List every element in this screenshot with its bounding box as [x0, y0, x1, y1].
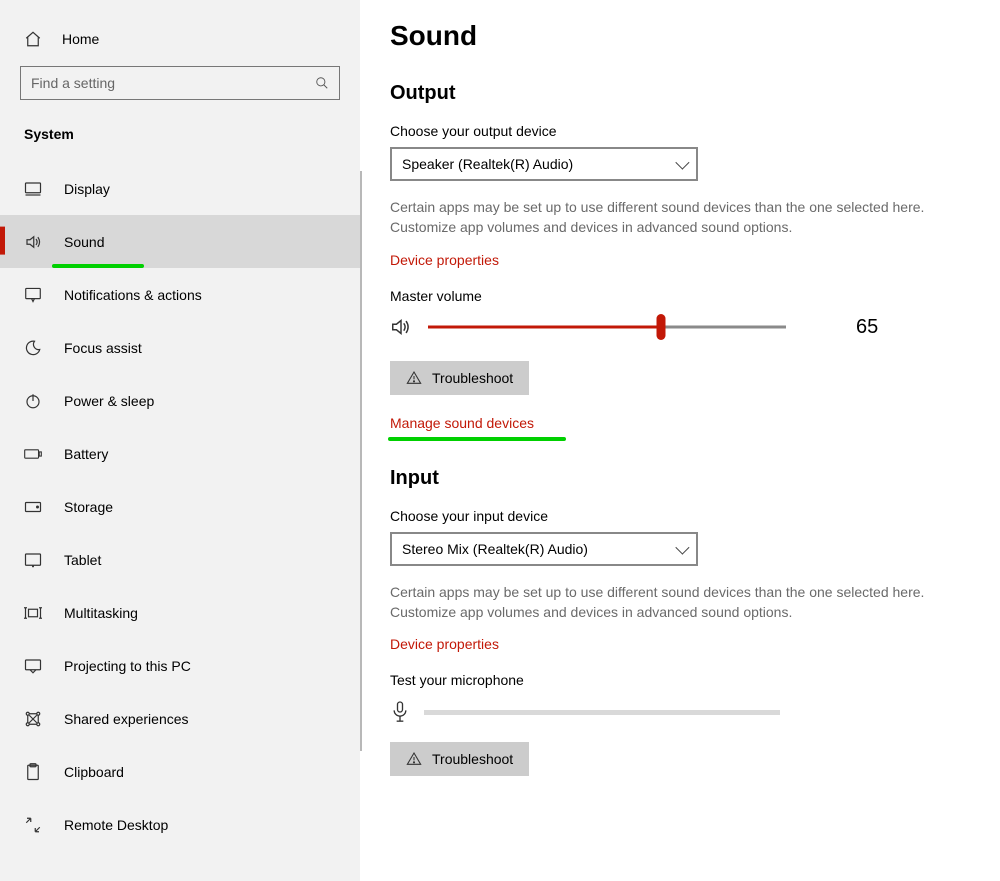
- tablet-icon: [24, 552, 42, 568]
- sidebar-item-label: Focus assist: [64, 340, 142, 356]
- page-title: Sound: [390, 20, 1000, 52]
- sidebar-item-label: Projecting to this PC: [64, 658, 191, 674]
- master-volume-label: Master volume: [390, 288, 1000, 304]
- search-input-wrap[interactable]: [20, 66, 340, 100]
- main-content: Sound Output Choose your output device S…: [360, 0, 1000, 881]
- input-help-text: Certain apps may be set up to use differ…: [390, 582, 950, 623]
- sidebar-item-tablet[interactable]: Tablet: [0, 533, 360, 586]
- sidebar-item-label: Tablet: [64, 552, 101, 568]
- master-volume-slider[interactable]: [428, 317, 786, 337]
- home-row[interactable]: Home: [0, 20, 360, 66]
- mic-test-row: [390, 700, 1000, 724]
- sidebar-item-notifications[interactable]: Notifications & actions: [0, 268, 360, 321]
- battery-icon: [24, 448, 42, 460]
- sidebar-item-power-sleep[interactable]: Power & sleep: [0, 374, 360, 427]
- chevron-down-icon: [675, 156, 689, 170]
- home-label: Home: [62, 31, 99, 47]
- notifications-icon: [24, 287, 42, 303]
- sidebar-item-label: Notifications & actions: [64, 287, 202, 303]
- output-device-selected: Speaker (Realtek(R) Audio): [402, 156, 573, 172]
- highlight-underline: [388, 437, 566, 441]
- sidebar-item-clipboard[interactable]: Clipboard: [0, 745, 360, 798]
- output-choose-label: Choose your output device: [390, 123, 1000, 139]
- home-icon: [24, 30, 42, 48]
- sidebar-item-projecting[interactable]: Projecting to this PC: [0, 639, 360, 692]
- sidebar-item-label: Multitasking: [64, 605, 138, 621]
- sidebar-item-display[interactable]: Display: [0, 162, 360, 215]
- output-help-text: Certain apps may be set up to use differ…: [390, 197, 950, 238]
- sidebar-item-label: Display: [64, 181, 110, 197]
- mic-level-bar: [424, 710, 780, 715]
- sidebar-item-label: Sound: [64, 234, 104, 250]
- chevron-down-icon: [675, 540, 689, 554]
- display-icon: [24, 181, 42, 197]
- sidebar-section-title: System: [0, 118, 360, 162]
- input-device-selected: Stereo Mix (Realtek(R) Audio): [402, 541, 588, 557]
- sidebar-item-label: Clipboard: [64, 764, 124, 780]
- sound-icon: [24, 233, 42, 251]
- sidebar-item-remote-desktop[interactable]: Remote Desktop: [0, 798, 360, 851]
- speaker-icon[interactable]: [390, 316, 412, 338]
- input-troubleshoot-button[interactable]: Troubleshoot: [390, 742, 529, 776]
- sidebar-item-label: Shared experiences: [64, 711, 189, 727]
- input-device-properties-link[interactable]: Device properties: [390, 636, 499, 652]
- microphone-icon: [390, 700, 410, 724]
- master-volume-row: 65: [390, 316, 1000, 339]
- sidebar-item-label: Storage: [64, 499, 113, 515]
- sidebar-item-label: Remote Desktop: [64, 817, 168, 833]
- sidebar-item-label: Power & sleep: [64, 393, 154, 409]
- sidebar-item-focus-assist[interactable]: Focus assist: [0, 321, 360, 374]
- troubleshoot-label: Troubleshoot: [432, 751, 513, 767]
- warning-icon: [406, 751, 422, 767]
- output-device-properties-link[interactable]: Device properties: [390, 252, 499, 268]
- output-device-dropdown[interactable]: Speaker (Realtek(R) Audio): [390, 147, 698, 181]
- sidebar: Home System Display: [0, 0, 360, 881]
- manage-sound-devices-link[interactable]: Manage sound devices: [390, 415, 534, 431]
- sidebar-item-shared-experiences[interactable]: Shared experiences: [0, 692, 360, 745]
- clipboard-icon: [24, 763, 42, 781]
- warning-icon: [406, 370, 422, 386]
- scroll-indicator: [360, 171, 362, 751]
- storage-icon: [24, 500, 42, 514]
- projecting-icon: [24, 658, 42, 674]
- sidebar-item-storage[interactable]: Storage: [0, 480, 360, 533]
- search-icon: [315, 76, 329, 90]
- sidebar-item-sound[interactable]: Sound: [0, 215, 360, 268]
- test-mic-label: Test your microphone: [390, 672, 1000, 688]
- input-heading: Input: [390, 467, 1000, 490]
- output-troubleshoot-button[interactable]: Troubleshoot: [390, 361, 529, 395]
- search-input[interactable]: [31, 75, 315, 91]
- sidebar-item-label: Battery: [64, 446, 108, 462]
- shared-experiences-icon: [24, 710, 42, 728]
- input-choose-label: Choose your input device: [390, 508, 1000, 524]
- power-icon: [24, 392, 42, 410]
- sidebar-nav: Display Sound: [0, 162, 360, 851]
- input-device-dropdown[interactable]: Stereo Mix (Realtek(R) Audio): [390, 532, 698, 566]
- output-heading: Output: [390, 82, 1000, 105]
- multitasking-icon: [24, 605, 42, 621]
- troubleshoot-label: Troubleshoot: [432, 370, 513, 386]
- sidebar-item-multitasking[interactable]: Multitasking: [0, 586, 360, 639]
- remote-desktop-icon: [24, 816, 42, 834]
- focus-assist-icon: [24, 339, 42, 357]
- sidebar-item-battery[interactable]: Battery: [0, 427, 360, 480]
- master-volume-value: 65: [856, 316, 878, 339]
